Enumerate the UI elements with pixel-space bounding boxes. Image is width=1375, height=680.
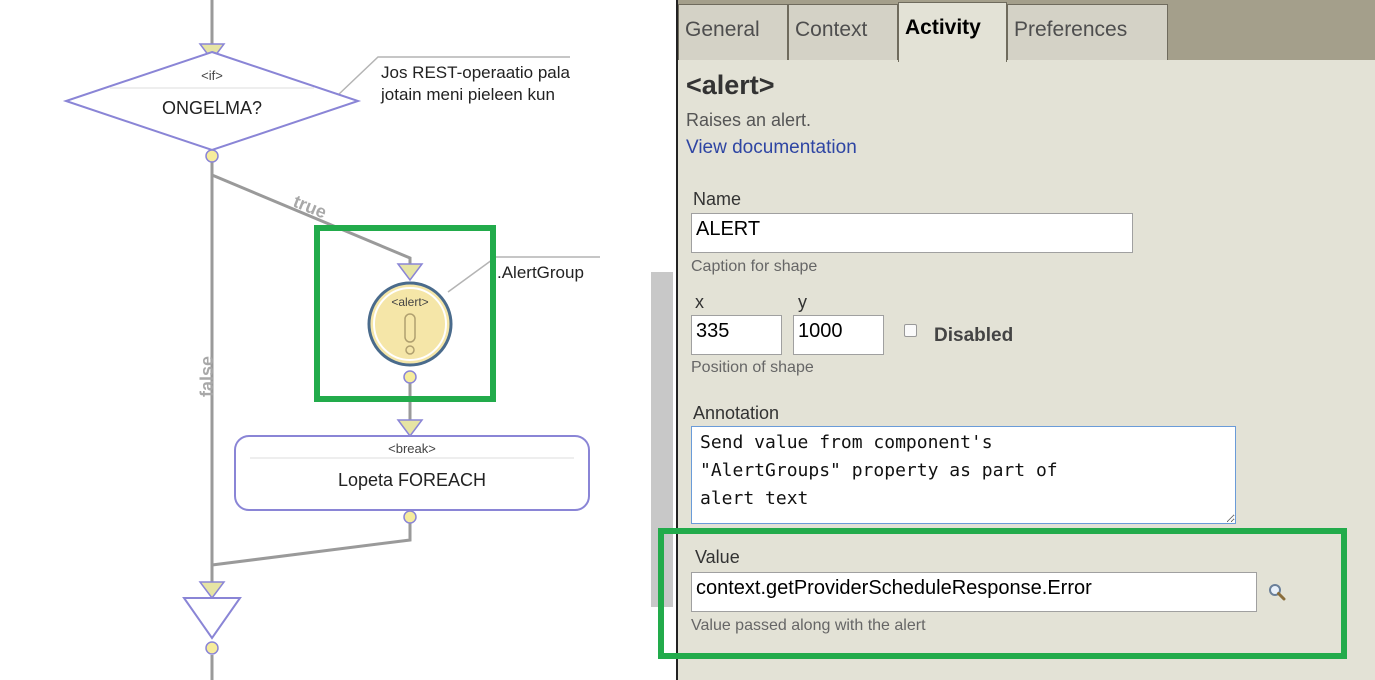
alert-comment: .AlertGroup [497, 263, 584, 282]
edge-false-label: false [197, 356, 217, 397]
annotation-textarea[interactable]: Send value from component's "AlertGroups… [691, 426, 1236, 524]
disabled-label[interactable]: Disabled [934, 325, 1013, 347]
position-hint: Position of shape [691, 359, 814, 376]
tab-activity[interactable]: Activity [898, 2, 1007, 62]
arrow-break-in [396, 419, 424, 438]
edge-break-merge [211, 518, 412, 567]
magnifier-icon[interactable] [1268, 583, 1286, 601]
x-input[interactable]: 335 [691, 315, 782, 355]
tab-bar: General Context Activity Preferences [678, 0, 1375, 62]
merge-out-connector[interactable] [205, 641, 219, 655]
alert-out-connector[interactable] [403, 370, 417, 384]
flow-canvas[interactable]: <if> ONGELMA? Jos REST-operaatio pala jo… [0, 0, 648, 680]
panel-title: <alert> [686, 70, 775, 100]
view-documentation-link[interactable]: View documentation [686, 137, 857, 159]
alert-node-tag: <alert> [391, 295, 428, 309]
value-hint: Value passed along with the alert [691, 617, 926, 634]
disabled-checkbox[interactable] [904, 324, 917, 337]
y-input[interactable]: 1000 [793, 315, 884, 355]
break-out-connector[interactable] [403, 510, 417, 524]
tab-preferences[interactable]: Preferences [1007, 4, 1168, 60]
properties-panel: General Context Activity Preferences <al… [658, 0, 1375, 680]
if-out-connector[interactable] [205, 149, 219, 163]
merge-node[interactable] [182, 597, 242, 640]
y-label: y [798, 292, 807, 312]
if-comment-line1: Jos REST-operaatio pala [381, 63, 571, 82]
break-node-caption: Lopeta FOREACH [338, 470, 486, 490]
if-node-tag: <if> [201, 68, 223, 83]
name-input[interactable]: ALERT [691, 213, 1133, 253]
arrow-alert-in [396, 263, 424, 282]
tab-context[interactable]: Context [788, 4, 898, 60]
canvas-scrollbar-thumb[interactable] [651, 272, 673, 607]
tab-general[interactable]: General [678, 4, 788, 60]
name-label: Name [693, 189, 742, 209]
if-comment-line2: jotain meni pieleen kun [380, 85, 555, 104]
panel-description: Raises an alert. [686, 110, 812, 130]
edge-true-label: true [291, 191, 330, 222]
if-node-caption: ONGELMA? [162, 98, 262, 118]
annotation-label: Annotation [693, 403, 780, 423]
value-label: Value [695, 547, 740, 567]
name-hint: Caption for shape [691, 258, 818, 275]
x-label: x [695, 292, 704, 312]
arrow-merge-in [198, 581, 226, 600]
break-node-tag: <break> [388, 441, 436, 456]
value-input[interactable]: context.getProviderScheduleResponse.Erro… [691, 572, 1257, 612]
flow-diagram: <if> ONGELMA? Jos REST-operaatio pala jo… [62, 0, 600, 680]
